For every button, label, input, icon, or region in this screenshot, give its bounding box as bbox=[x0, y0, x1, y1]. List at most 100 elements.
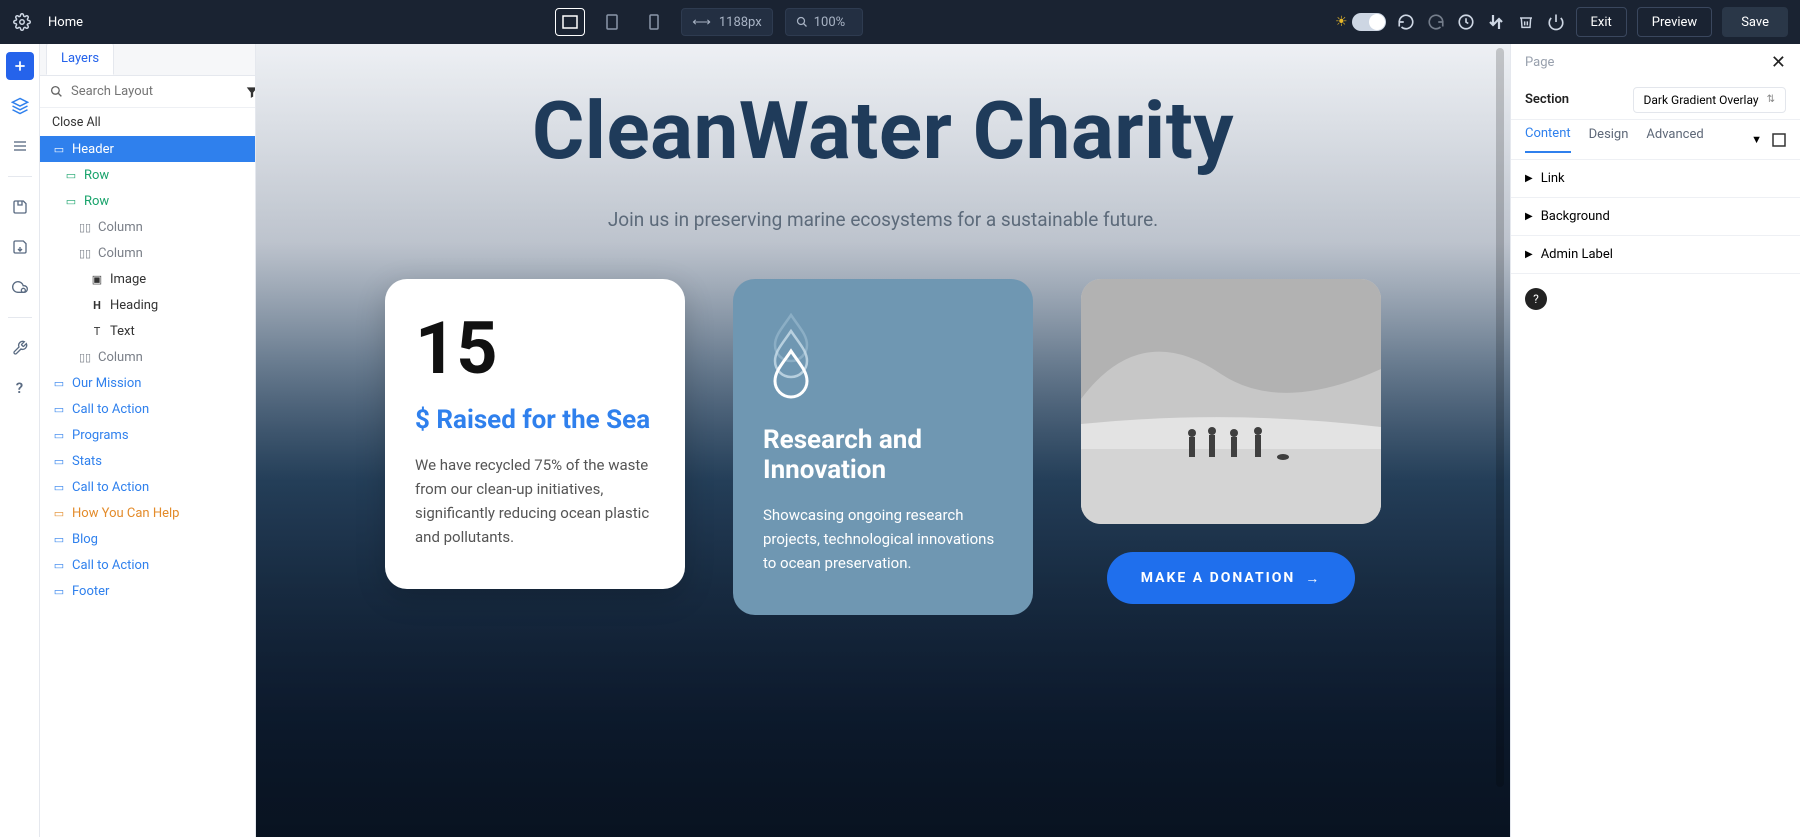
row-icon: ▭ bbox=[64, 168, 78, 182]
tab-design[interactable]: Design bbox=[1589, 127, 1629, 152]
chevron-right-icon: ▶ bbox=[1525, 249, 1533, 260]
help-icon[interactable]: ? bbox=[6, 374, 34, 402]
tree-item-blog[interactable]: ▭Blog bbox=[40, 526, 255, 552]
tools-icon[interactable] bbox=[6, 334, 34, 362]
stat-title: $ Raised for the Sea bbox=[415, 405, 655, 435]
tree-item-column[interactable]: ▯▯Column bbox=[40, 240, 255, 266]
sun-icon: ☀ bbox=[1335, 14, 1348, 30]
close-all-link[interactable]: Close All bbox=[52, 115, 101, 130]
canvas-scrollbar[interactable] bbox=[1496, 48, 1504, 787]
water-drops-icon bbox=[763, 313, 1003, 403]
device-mobile-button[interactable] bbox=[639, 8, 669, 36]
chevron-down-icon[interactable]: ▼ bbox=[1751, 133, 1762, 147]
tree-item-cta[interactable]: ▭Call to Action bbox=[40, 474, 255, 500]
tree-item-header[interactable]: ▭Header bbox=[40, 136, 255, 162]
section-icon: ▭ bbox=[52, 506, 66, 520]
exit-button[interactable]: Exit bbox=[1576, 7, 1627, 37]
page-canvas[interactable]: CleanWater Charity Join us in preserving… bbox=[256, 44, 1510, 837]
cloud-settings-icon[interactable] bbox=[6, 273, 34, 301]
arrow-right-icon: → bbox=[1305, 570, 1321, 587]
trash-icon[interactable] bbox=[1516, 12, 1536, 32]
tree-item-image[interactable]: ▣Image bbox=[40, 266, 255, 292]
tree-item-heading[interactable]: HHeading bbox=[40, 292, 255, 318]
undo-icon[interactable] bbox=[1396, 12, 1416, 32]
tree-item-row[interactable]: ▭Row bbox=[40, 188, 255, 214]
section-icon: ▭ bbox=[52, 558, 66, 572]
search-icon bbox=[796, 16, 808, 28]
group-link[interactable]: ▶Link bbox=[1511, 160, 1800, 198]
canvas-width-value: 1188px bbox=[719, 15, 762, 30]
device-tablet-button[interactable] bbox=[597, 8, 627, 36]
left-rail: ? bbox=[0, 44, 40, 837]
tree-item-our-mission[interactable]: ▭Our Mission bbox=[40, 370, 255, 396]
search-icon bbox=[50, 85, 63, 98]
layers-panel: Layers Close All ▭Header ▭Row ▭Row ▯▯Col… bbox=[40, 44, 256, 837]
text-icon: T bbox=[90, 324, 104, 338]
preset-value: Dark Gradient Overlay bbox=[1644, 93, 1759, 107]
research-card: Research and Innovation Showcasing ongoi… bbox=[733, 279, 1033, 615]
section-icon: ▭ bbox=[52, 376, 66, 390]
template-load-icon[interactable] bbox=[6, 233, 34, 261]
home-link[interactable]: Home bbox=[48, 15, 83, 30]
canvas-wrapper: CleanWater Charity Join us in preserving… bbox=[256, 44, 1800, 837]
tree-item-text[interactable]: TText bbox=[40, 318, 255, 344]
section-icon: ▭ bbox=[52, 402, 66, 416]
stat-text: We have recycled 75% of the waste from o… bbox=[415, 453, 655, 549]
hero-photo bbox=[1081, 279, 1381, 524]
save-button[interactable]: Save bbox=[1722, 7, 1788, 37]
group-admin-label[interactable]: ▶Admin Label bbox=[1511, 236, 1800, 274]
device-desktop-button[interactable] bbox=[555, 8, 585, 36]
tab-content[interactable]: Content bbox=[1525, 126, 1571, 153]
tree-item-how-you-can-help[interactable]: ▭How You Can Help bbox=[40, 500, 255, 526]
tree-item-programs[interactable]: ▭Programs bbox=[40, 422, 255, 448]
section-icon: ▭ bbox=[52, 142, 66, 156]
zoom-input[interactable]: 100% bbox=[785, 8, 863, 36]
tree-item-footer[interactable]: ▭Footer bbox=[40, 578, 255, 604]
page-subtitle: Join us in preserving marine ecosystems … bbox=[326, 208, 1440, 231]
add-button[interactable] bbox=[6, 52, 34, 80]
tree-item-row[interactable]: ▭Row bbox=[40, 162, 255, 188]
tab-advanced[interactable]: Advanced bbox=[1646, 127, 1703, 152]
tree-item-column[interactable]: ▯▯Column bbox=[40, 344, 255, 370]
column-icon: ▯▯ bbox=[78, 350, 92, 364]
layers-tab[interactable]: Layers bbox=[46, 44, 114, 75]
stat-card: 15 $ Raised for the Sea We have recycled… bbox=[385, 279, 685, 589]
column-icon: ▯▯ bbox=[78, 220, 92, 234]
section-icon: ▭ bbox=[52, 584, 66, 598]
filter-icon[interactable] bbox=[245, 85, 256, 99]
page-title: CleanWater Charity bbox=[326, 84, 1440, 178]
preset-select[interactable]: Dark Gradient Overlay ⇅ bbox=[1633, 87, 1787, 113]
tree-item-cta[interactable]: ▭Call to Action bbox=[40, 396, 255, 422]
grid-icon[interactable] bbox=[6, 132, 34, 160]
canvas-width-input[interactable]: ⟷ 1188px bbox=[681, 8, 773, 36]
dark-mode-toggle[interactable] bbox=[1352, 13, 1386, 31]
close-icon[interactable]: ✕ bbox=[1771, 52, 1786, 73]
group-background[interactable]: ▶Background bbox=[1511, 198, 1800, 236]
donation-button-label: MAKE A DONATION bbox=[1141, 570, 1296, 586]
layers-icon[interactable] bbox=[6, 92, 34, 120]
zoom-value: 100% bbox=[814, 15, 845, 30]
help-bubble[interactable]: ? bbox=[1525, 288, 1547, 310]
section-icon: ▭ bbox=[52, 454, 66, 468]
chevron-right-icon: ▶ bbox=[1525, 211, 1533, 222]
import-export-icon[interactable] bbox=[1486, 12, 1506, 32]
tree-item-cta[interactable]: ▭Call to Action bbox=[40, 552, 255, 578]
power-icon[interactable] bbox=[1546, 12, 1566, 32]
tree-item-stats[interactable]: ▭Stats bbox=[40, 448, 255, 474]
research-title: Research and Innovation bbox=[763, 425, 1003, 485]
gear-icon[interactable] bbox=[12, 12, 32, 32]
section-icon: ▭ bbox=[52, 532, 66, 546]
search-input[interactable] bbox=[71, 84, 237, 99]
swap-icon: ⇅ bbox=[1767, 94, 1775, 105]
expand-icon[interactable] bbox=[1772, 133, 1786, 147]
tree-item-column[interactable]: ▯▯Column bbox=[40, 214, 255, 240]
history-icon[interactable] bbox=[1456, 12, 1476, 32]
preview-button[interactable]: Preview bbox=[1637, 7, 1712, 37]
section-icon: ▭ bbox=[52, 428, 66, 442]
template-save-icon[interactable] bbox=[6, 193, 34, 221]
redo-icon[interactable] bbox=[1426, 12, 1446, 32]
rail-separator bbox=[8, 317, 32, 318]
make-donation-button[interactable]: MAKE A DONATION → bbox=[1107, 552, 1356, 604]
heading-icon: H bbox=[90, 298, 104, 312]
breadcrumb[interactable]: Page bbox=[1525, 55, 1554, 70]
